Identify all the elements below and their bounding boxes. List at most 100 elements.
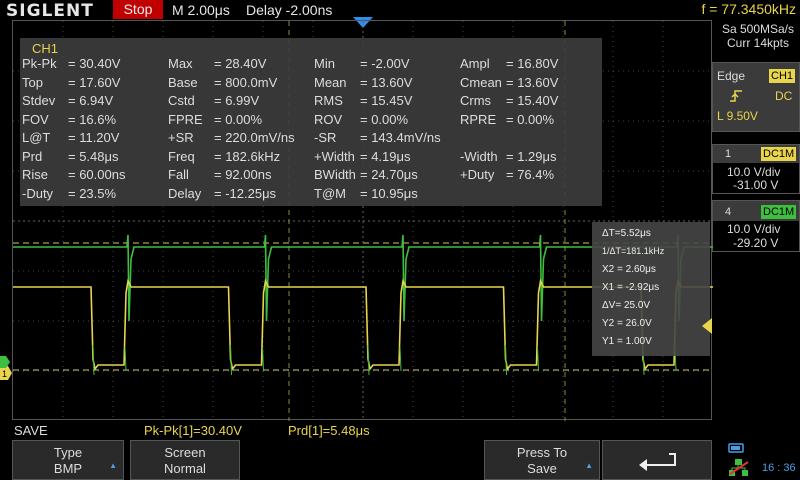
- status-pkpk: Pk-Pk[1]=30.40V: [144, 423, 242, 438]
- measurement-name: -Width: [460, 148, 498, 164]
- measurement-value: = 800.0mV: [214, 74, 278, 90]
- trigger-info-box[interactable]: Edge CH1 DC L 9.50V: [712, 62, 800, 132]
- channel-1-info-box[interactable]: 1 DC1M 10.0 V/div -31.00 V: [712, 144, 800, 194]
- softkey-press-to-save[interactable]: Press To Save ▲: [484, 440, 600, 480]
- measurement-value: = 30.40V: [68, 56, 121, 71]
- measurement-value: = 16.80V: [506, 56, 559, 71]
- measurement-name: L@T: [22, 130, 51, 145]
- cursor-y1: Y1 = 1.00V: [602, 336, 652, 347]
- channel-4-offset: -29.20 V: [733, 236, 779, 250]
- usb-icon: [728, 443, 744, 453]
- clock: 16 : 36: [762, 462, 796, 474]
- measurement-name: Rise: [22, 167, 49, 182]
- measurement-name: ROV: [314, 111, 343, 127]
- measurement-value: = 1.29μs: [506, 148, 557, 164]
- measurement-value: = 13.60V: [506, 74, 559, 90]
- measurement-value: = 143.4mV/ns: [360, 130, 441, 145]
- measurement-name: Max: [168, 56, 193, 71]
- measurement-name: +Width: [314, 148, 355, 164]
- measurement-name: Cmean: [460, 74, 502, 90]
- measurement-name: BWidth: [314, 167, 356, 182]
- menu-mode-label: SAVE: [14, 423, 48, 438]
- measurement-value: = 16.6%: [68, 111, 117, 127]
- ch1-marker-text: 1: [2, 369, 7, 379]
- brand-logo: SIGLENT: [6, 1, 94, 21]
- measurement-name: -Duty: [22, 185, 54, 201]
- measurement-name: Freq: [168, 148, 195, 164]
- softkey-type-value: BMP: [53, 461, 83, 476]
- dropdown-arrow-icon: ▲: [585, 461, 593, 470]
- measurement-name: Prd: [22, 148, 43, 164]
- measurement-value: = 23.5%: [68, 185, 117, 201]
- measurement-value: = 4.19μs: [360, 148, 411, 164]
- cursor-inverse-delta-t: 1/ΔT=181.1kHz: [602, 246, 665, 256]
- run-stop-button[interactable]: Stop: [113, 0, 163, 19]
- measurement-value: = 28.40V: [214, 56, 267, 71]
- softkey-screen-value: Normal: [164, 461, 206, 476]
- measurement-name: RMS: [314, 93, 343, 108]
- channel-1-coupling-badge: DC1M: [761, 147, 797, 161]
- trigger-source-badge: CH1: [769, 69, 796, 83]
- softkey-screen-title: Screen: [164, 445, 206, 460]
- measurement-name: +Duty: [460, 167, 495, 182]
- softkey-save-title: Press To: [516, 445, 568, 460]
- sample-rate: Sa 500MSa/s: [721, 22, 795, 36]
- measurement-value: = 10.95μs: [360, 185, 418, 201]
- measurement-name: RPRE: [460, 111, 497, 127]
- measurement-value: = 5.48μs: [68, 148, 119, 164]
- channel-1-number: 1: [725, 148, 732, 160]
- top-bar: SIGLENT Stop M 2.00μs Delay -2.00ns f = …: [0, 0, 800, 28]
- measurement-name: -SR: [314, 130, 337, 145]
- measurement-value: = -12.25μs: [214, 185, 277, 201]
- channel-4-number: 4: [725, 206, 732, 218]
- acquisition-info: Sa 500MSa/s Curr 14kpts: [718, 22, 798, 50]
- measurement-name: Fall: [168, 167, 189, 182]
- cursor-x2: X2 = 2.60μs: [602, 264, 656, 275]
- measurement-name: +SR: [168, 130, 194, 145]
- measurement-name: FPRE: [168, 111, 203, 127]
- channel-4-coupling-badge: DC1M: [761, 205, 797, 219]
- timebase-readout[interactable]: M 2.00μs: [172, 2, 230, 18]
- measurement-name: Delay: [168, 185, 202, 201]
- system-tray: 16 : 36: [718, 440, 800, 480]
- memory-depth: Curr 14kpts: [726, 36, 790, 50]
- dropdown-arrow-icon: ▲: [109, 461, 117, 470]
- measurement-value: = 220.0mV/ns: [214, 130, 295, 145]
- status-bar: SAVE Pk-Pk[1]=30.40V Prd[1]=5.48μs: [0, 420, 712, 438]
- measurement-value: = -2.00V: [360, 56, 410, 71]
- measurement-name: T@M: [314, 185, 346, 201]
- cursor-x1: X1 = -2.92μs: [602, 282, 660, 293]
- softkey-type-title: Type: [53, 445, 83, 460]
- measurement-value: = 0.00%: [214, 111, 263, 127]
- measurement-value: = 92.00ns: [214, 167, 272, 182]
- channel-4-scale: 10.0 V/div: [727, 222, 781, 236]
- rising-edge-icon: [730, 90, 742, 102]
- trigger-coupling: DC: [775, 89, 793, 103]
- cursor-delta-v: ΔV= 25.0V: [602, 300, 651, 311]
- measurement-value: = 6.94V: [68, 93, 114, 108]
- measurement-name: Top: [22, 74, 43, 90]
- measurement-name: Mean: [314, 74, 347, 90]
- measurement-value: = 60.00ns: [68, 167, 126, 182]
- delay-readout[interactable]: Delay -2.00ns: [246, 2, 332, 18]
- status-period: Prd[1]=5.48μs: [288, 423, 370, 438]
- network-icon: [729, 459, 749, 476]
- measurement-value: = 17.60V: [68, 74, 121, 90]
- measurement-name: Cstd: [168, 93, 195, 108]
- trigger-type: Edge: [717, 69, 746, 83]
- measurement-value: = 76.4%: [506, 167, 555, 182]
- trigger-level: L 9.50V: [717, 109, 758, 123]
- measurement-value: = 15.40V: [506, 93, 559, 108]
- softkey-back[interactable]: [602, 440, 712, 480]
- measurement-value: = 24.70μs: [360, 167, 418, 182]
- measurement-panel: CH1 Pk-Pk = 30.40V Max = 28.40V Min = -2.00V A…: [20, 38, 602, 206]
- softkey-save-value: Save: [527, 461, 557, 476]
- measurement-name: Ampl: [460, 56, 490, 71]
- softkey-screen[interactable]: Screen Normal: [130, 440, 240, 480]
- measurement-name: Crms: [460, 93, 492, 108]
- channel-4-ground-marker-icon: [0, 356, 10, 368]
- channel-4-info-box[interactable]: 4 DC1M 10.0 V/div -29.20 V: [712, 200, 800, 252]
- measurement-value: = 11.20V: [68, 130, 120, 145]
- measurement-value: = 182.6kHz: [214, 148, 281, 164]
- softkey-type[interactable]: Type BMP ▲: [12, 440, 124, 480]
